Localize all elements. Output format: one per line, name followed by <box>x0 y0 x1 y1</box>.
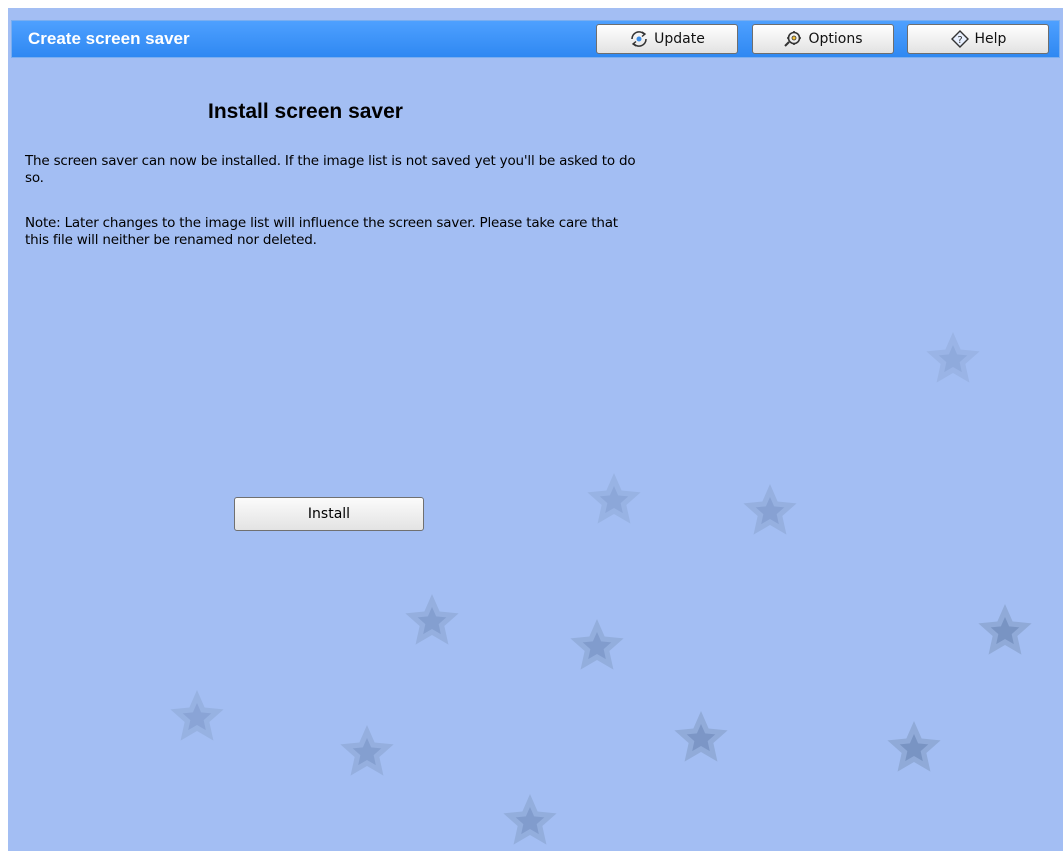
help-icon: ? <box>950 30 969 48</box>
window-title: Create screen saver <box>28 29 190 48</box>
star-icon <box>674 711 728 762</box>
svg-text:?: ? <box>957 35 962 46</box>
star-icon <box>340 725 394 776</box>
app-window: Create screen saver Update Options ? Hel… <box>8 8 1063 851</box>
install-description: The screen saver can now be installed. I… <box>25 153 636 186</box>
star-icon <box>887 721 941 772</box>
install-button-label: Install <box>307 506 351 522</box>
update-button[interactable]: Update <box>596 24 738 54</box>
options-button[interactable]: Options <box>752 24 894 54</box>
page-heading: Install screen saver <box>208 100 403 123</box>
install-note: Note: Later changes to the image list wi… <box>25 215 618 248</box>
star-icon <box>926 332 980 383</box>
star-icon <box>587 473 641 524</box>
star-icon <box>978 604 1032 655</box>
options-icon <box>784 31 802 47</box>
star-icon <box>570 619 624 670</box>
star-icon <box>743 484 797 535</box>
star-icon <box>503 794 557 845</box>
title-bar: Create screen saver Update Options ? Hel… <box>8 8 1063 62</box>
star-icon <box>405 594 459 645</box>
title-bar-strip: Create screen saver Update Options ? Hel… <box>11 20 1060 58</box>
update-button-label: Update <box>654 31 705 47</box>
options-button-label: Options <box>808 31 863 47</box>
update-icon <box>631 31 647 47</box>
help-button[interactable]: ? Help <box>907 24 1049 54</box>
star-icon <box>170 690 224 741</box>
install-button[interactable]: Install <box>234 497 424 531</box>
help-button-label: Help <box>974 31 1007 47</box>
